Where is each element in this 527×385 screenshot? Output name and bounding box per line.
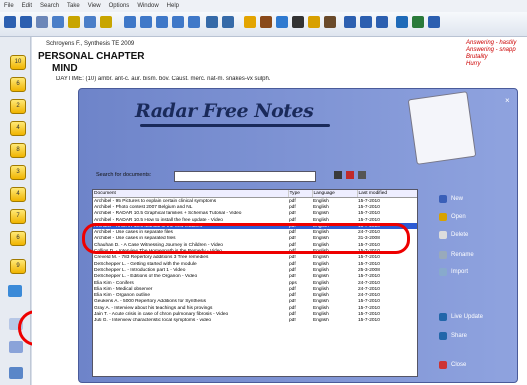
clear-filter-icon[interactable] [346,171,354,179]
left-button-9[interactable]: 6 [10,231,26,246]
trash-icon[interactable] [358,171,366,179]
cell-document: Juti G. - Interview characteristic local… [94,318,212,324]
dialog-title: Radar Free Notes [135,100,314,122]
list-icon[interactable] [376,16,388,28]
menu-search[interactable]: Search [36,0,63,9]
cell-last-modified: 15-7-2010 [358,318,380,324]
molecule-icon[interactable] [276,16,288,28]
open-button[interactable]: Open [439,213,466,221]
left-button-4[interactable]: 4 [10,121,26,136]
filter-icon[interactable] [334,171,342,179]
search-icon[interactable] [52,16,64,28]
chart-icon[interactable] [9,367,23,379]
globe-icon[interactable] [8,285,22,297]
notebook-icon[interactable] [344,16,356,28]
question-icon[interactable] [84,16,96,28]
menu-window[interactable]: Window [133,0,162,9]
menu-edit[interactable]: Edit [18,0,36,9]
related-link[interactable]: Hurry [466,61,516,68]
chapter-title: PERSONAL CHAPTER [38,51,145,62]
delete-button[interactable]: Delete [439,231,468,239]
symbol-icon[interactable] [292,16,304,28]
close-icon[interactable]: × [505,96,510,105]
left-button-2[interactable]: 6 [10,77,26,92]
new-icon [439,195,447,203]
menu-view[interactable]: View [84,0,105,9]
more-icon[interactable] [428,16,440,28]
notepad-icon [407,91,477,165]
share-button[interactable]: Share [439,332,467,340]
menu-take[interactable]: Take [63,0,84,9]
book-icon[interactable] [4,16,16,28]
notes-icon[interactable] [360,16,372,28]
left-button-1[interactable]: 10 [10,55,26,70]
column-header-document[interactable]: Document [93,190,289,198]
file-tab[interactable]: Schroyens F., Synthesis TE 2009 [46,41,134,47]
import-icon [439,268,447,276]
title-underline [140,124,330,127]
cell-document: Archibel - 95 Pictures to explain certai… [94,198,217,204]
left-button-10[interactable]: 9 [10,259,26,274]
cell-language: English [313,198,329,204]
share-icon [439,332,447,340]
menu-options[interactable]: Options [105,0,134,9]
repertory-icon-1[interactable] [124,16,136,28]
import-button[interactable]: Import [439,268,468,276]
left-button-7[interactable]: 4 [10,187,26,202]
section-title: MIND [52,63,78,74]
cell-language: English [313,318,329,324]
column-header-last-modified[interactable]: Last modified [357,190,417,198]
related-link[interactable]: Brutality [466,54,516,61]
left-button-8[interactable]: 7 [10,209,26,224]
star-icon[interactable] [100,16,112,28]
related-link[interactable]: Answering - snapp [466,47,516,54]
table-row[interactable]: Juti G. - Interview characteristic local… [93,318,417,324]
search-input[interactable] [174,171,316,182]
menu-bar: File Edit Search Take View Options Window Help [0,0,527,12]
globe-icon[interactable] [396,16,408,28]
infinity-icon[interactable] [36,16,48,28]
menu-file[interactable]: File [0,0,18,9]
flask-icon[interactable] [244,16,256,28]
close-icon [439,361,447,369]
column-header-type[interactable]: Type [288,190,313,198]
close-button[interactable]: Close [439,361,466,369]
repertory-icon-5[interactable] [188,16,200,28]
table-row[interactable]: Archibel - 95 Pictures to explain certai… [93,198,417,205]
folder-icon [439,213,447,221]
highlight-ellipse [82,223,410,254]
delete-icon [439,231,447,239]
pencil-icon[interactable] [308,16,320,28]
column-header-language[interactable]: Language [312,190,358,198]
leaf-icon[interactable] [412,16,424,28]
live-update-button[interactable]: Live Update [439,313,483,321]
cell-type: pdf [289,318,296,324]
tree-icon[interactable] [222,16,234,28]
cell-last-modified: 15-7-2010 [358,198,380,204]
gear-icon[interactable] [9,341,23,353]
hand-icon[interactable] [260,16,272,28]
bar-chart-icon[interactable] [206,16,218,28]
globe-icon [439,313,447,321]
left-button-3[interactable]: 2 [10,99,26,114]
rename-button[interactable]: Rename [439,251,474,259]
related-links: Answering - hastily Answering - snapp Br… [466,40,516,68]
tools-icon[interactable] [324,16,336,28]
repertory-icon-2[interactable] [140,16,152,28]
left-button-5[interactable]: 8 [10,143,26,158]
new-button[interactable]: New [439,195,463,203]
repertory-icon-4[interactable] [172,16,184,28]
search-label: Search for documents: [96,172,152,178]
rename-icon [439,251,447,259]
repertory-icon-3[interactable] [156,16,168,28]
rubric-line[interactable]: DAYTIME: (10) ambr. ant-c. aur. bism. bo… [56,76,466,82]
menu-help[interactable]: Help [163,0,183,9]
document-list[interactable]: Document Type Language Last modified Arc… [92,189,418,377]
binoculars-icon[interactable] [20,16,32,28]
cell-type: pdf [289,198,296,204]
left-button-6[interactable]: 3 [10,165,26,180]
toolbar [0,12,527,37]
lightbulb-icon[interactable] [68,16,80,28]
related-link[interactable]: Answering - hastily [466,40,516,47]
